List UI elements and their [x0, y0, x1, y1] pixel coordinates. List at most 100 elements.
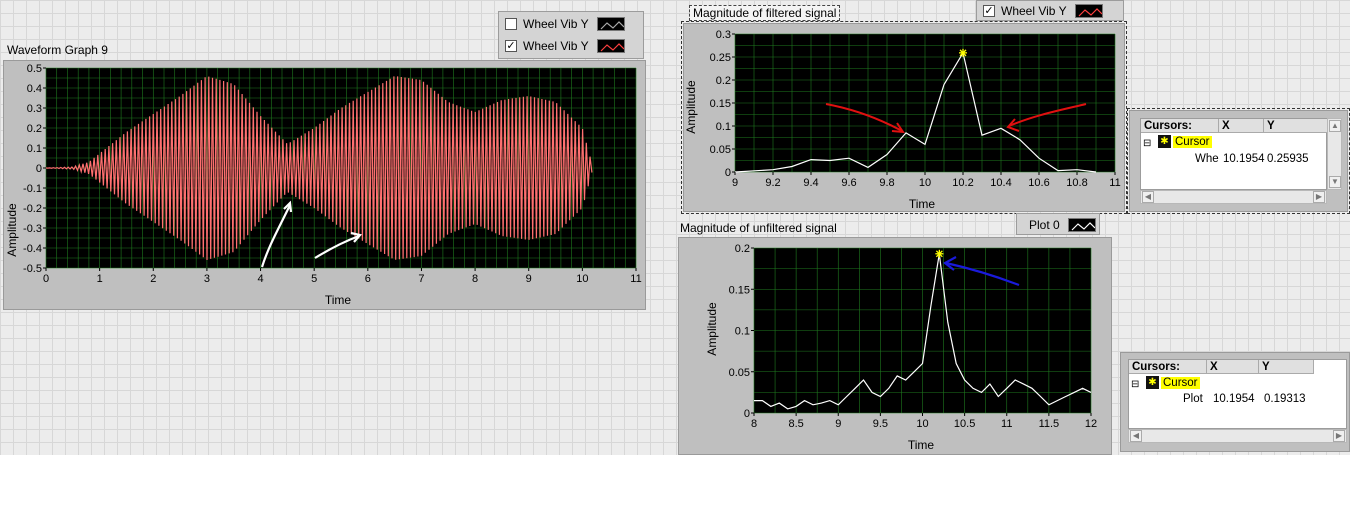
- x-tick-label: 10: [919, 177, 931, 189]
- legend-label: Wheel Vib Y: [523, 17, 589, 31]
- scroll-left-icon[interactable]: ◀: [1142, 191, 1154, 203]
- graph2-ylabel: Amplitude: [684, 80, 698, 134]
- cursor-plot-name: Whe: [1195, 153, 1219, 165]
- collapse-icon[interactable]: ⊟: [1143, 136, 1151, 151]
- y-tick-label: 0.1: [735, 326, 750, 338]
- plot-swatch-icon[interactable]: [596, 39, 625, 53]
- x-tick-label: 12: [1085, 418, 1097, 430]
- graph1-legend-item-1[interactable]: Wheel Vib Y: [505, 15, 625, 33]
- x-tick-label: 5: [311, 273, 317, 285]
- graph1-ylabel: Amplitude: [5, 203, 19, 257]
- y-tick-label: -0.4: [23, 243, 42, 255]
- checkbox-checked[interactable]: ✓: [983, 5, 995, 17]
- plot-swatch-icon[interactable]: [1074, 4, 1103, 18]
- cursor-header: Cursors:: [1141, 119, 1219, 133]
- scroll-left-icon[interactable]: ◀: [1130, 430, 1142, 442]
- y-tick-label: -0.2: [23, 203, 42, 215]
- graph1-legend-item-2[interactable]: ✓ Wheel Vib Y: [505, 37, 625, 55]
- x-tick-label: 9: [732, 177, 738, 189]
- x-tick-label: 9: [835, 418, 841, 430]
- graph3-legend: Plot 0: [1016, 213, 1100, 235]
- y-tick-label: 0.2: [716, 75, 731, 87]
- plot-swatch-icon[interactable]: [596, 17, 625, 31]
- graph2-cursor-hscroll[interactable]: ◀ ▶: [1140, 190, 1327, 204]
- y-tick-label: 0.05: [710, 144, 731, 156]
- y-tick-label: 0: [725, 167, 731, 179]
- y-tick-label: 0.05: [729, 367, 750, 379]
- x-tick-label: 0: [43, 273, 49, 285]
- x-tick-label: 10: [576, 273, 588, 285]
- x-tick-label: 8: [472, 273, 478, 285]
- scroll-down-icon[interactable]: ▼: [1329, 176, 1341, 188]
- y-tick-label: 0.2: [27, 123, 42, 135]
- cursor-plot-name: Plot: [1183, 393, 1203, 405]
- graph1-title: Waveform Graph 9: [7, 43, 108, 57]
- x-tick-label: 10.4: [990, 177, 1011, 189]
- graph2-chart[interactable]: Amplitude Time 9 9.2 9.4 9.6 9.8 10 10.2 10.4 10…: [683, 23, 1125, 212]
- legend-label: Wheel Vib Y: [1001, 4, 1067, 18]
- x-tick-label: 7: [418, 273, 424, 285]
- x-tick-label: 9: [526, 273, 532, 285]
- graph2-legend: ✓ Wheel Vib Y: [976, 0, 1124, 21]
- graph3-ylabel: Amplitude: [705, 302, 719, 356]
- y-tick-label: 0.25: [710, 52, 731, 64]
- y-tick-label: 0: [36, 163, 42, 175]
- x-tick-label: 9.4: [803, 177, 818, 189]
- x-tick-label: 11: [630, 273, 641, 285]
- x-tick-label: 9.5: [873, 418, 888, 430]
- cursor-name[interactable]: Cursor: [1173, 135, 1219, 150]
- cursor-y-value: 0.19313: [1264, 393, 1306, 405]
- cursor-marker: [935, 249, 944, 258]
- scroll-right-icon[interactable]: ▶: [1333, 430, 1345, 442]
- x-tick-label: 8: [751, 418, 757, 430]
- x-tick-label: 11: [1001, 418, 1012, 430]
- graph2-legend-item[interactable]: ✓ Wheel Vib Y: [983, 2, 1103, 20]
- plot-swatch-icon[interactable]: [1067, 218, 1096, 232]
- y-tick-label: 0.4: [27, 83, 42, 95]
- y-tick-label: -0.1: [23, 183, 42, 195]
- cursor-col-x: X: [1207, 360, 1259, 374]
- y-tick-label: -0.5: [23, 263, 42, 275]
- y-tick-label: 0: [744, 408, 750, 420]
- cursor-crosshair-icon[interactable]: ✱: [1146, 376, 1159, 389]
- cursor-header: Cursors:: [1129, 360, 1207, 374]
- x-tick-label: 9.8: [879, 177, 894, 189]
- graph3-legend-item[interactable]: Plot 0: [1029, 216, 1096, 234]
- x-tick-label: 10.5: [954, 418, 975, 430]
- y-tick-label: 0.1: [27, 143, 42, 155]
- cursor-x-value: 10.1954: [1213, 393, 1255, 405]
- cursor-y-value: 0.25935: [1267, 153, 1309, 165]
- checkbox-checked[interactable]: ✓: [505, 40, 517, 52]
- legend-label: Wheel Vib Y: [523, 39, 589, 53]
- graph2-cursor-vscroll[interactable]: ▲ ▼: [1327, 118, 1342, 190]
- cursor-name[interactable]: Cursor: [1161, 376, 1207, 391]
- cursor-marker: [959, 48, 967, 57]
- x-tick-label: 3: [204, 273, 210, 285]
- cursor-crosshair-icon[interactable]: ✱: [1158, 135, 1171, 148]
- collapse-icon[interactable]: ⊟: [1131, 377, 1139, 392]
- graph1-xlabel: Time: [325, 293, 352, 307]
- y-tick-label: 0.15: [710, 98, 731, 110]
- x-tick-label: 9.6: [841, 177, 856, 189]
- y-tick-label: 0.1: [716, 121, 731, 133]
- x-tick-label: 4: [257, 273, 263, 285]
- graph3-cursor-table[interactable]: Cursors: X Y ⊟ ✱ Cursor Plot 10.1954 0.1…: [1128, 359, 1347, 429]
- checkbox-unchecked[interactable]: [505, 18, 517, 30]
- x-tick-label: 11.5: [1039, 418, 1060, 430]
- graph1-chart[interactable]: Amplitude Time 0 1 2 3 4 5 6 7 8 9 10 11 0.5 0.4 0.3 0.…: [3, 60, 646, 310]
- scroll-up-icon[interactable]: ▲: [1329, 120, 1341, 132]
- cursor-x-value: 10.1954: [1223, 153, 1265, 165]
- x-tick-label: 10.2: [952, 177, 973, 189]
- cursor-col-y: Y: [1264, 119, 1328, 133]
- graph3-cursor-hscroll[interactable]: ◀ ▶: [1128, 429, 1347, 443]
- graph3-chart[interactable]: Amplitude Time 8 8.5 9 9.5 10 10.5 11 11.5 12 0.2…: [678, 237, 1112, 455]
- graph3-xlabel: Time: [908, 438, 935, 452]
- x-tick-label: 10.6: [1028, 177, 1049, 189]
- scroll-right-icon[interactable]: ▶: [1313, 191, 1325, 203]
- graph2-grid: [734, 33, 1116, 173]
- graph1-legend: Wheel Vib Y ✓ Wheel Vib Y: [498, 11, 644, 59]
- cursor-col-y: Y: [1259, 360, 1314, 374]
- graph2-cursor-table[interactable]: Cursors: X Y ⊟ ✱ Cursor Whe 10.1954 0.25…: [1140, 118, 1328, 190]
- x-tick-label: 1: [97, 273, 103, 285]
- y-tick-label: 0.15: [729, 284, 750, 296]
